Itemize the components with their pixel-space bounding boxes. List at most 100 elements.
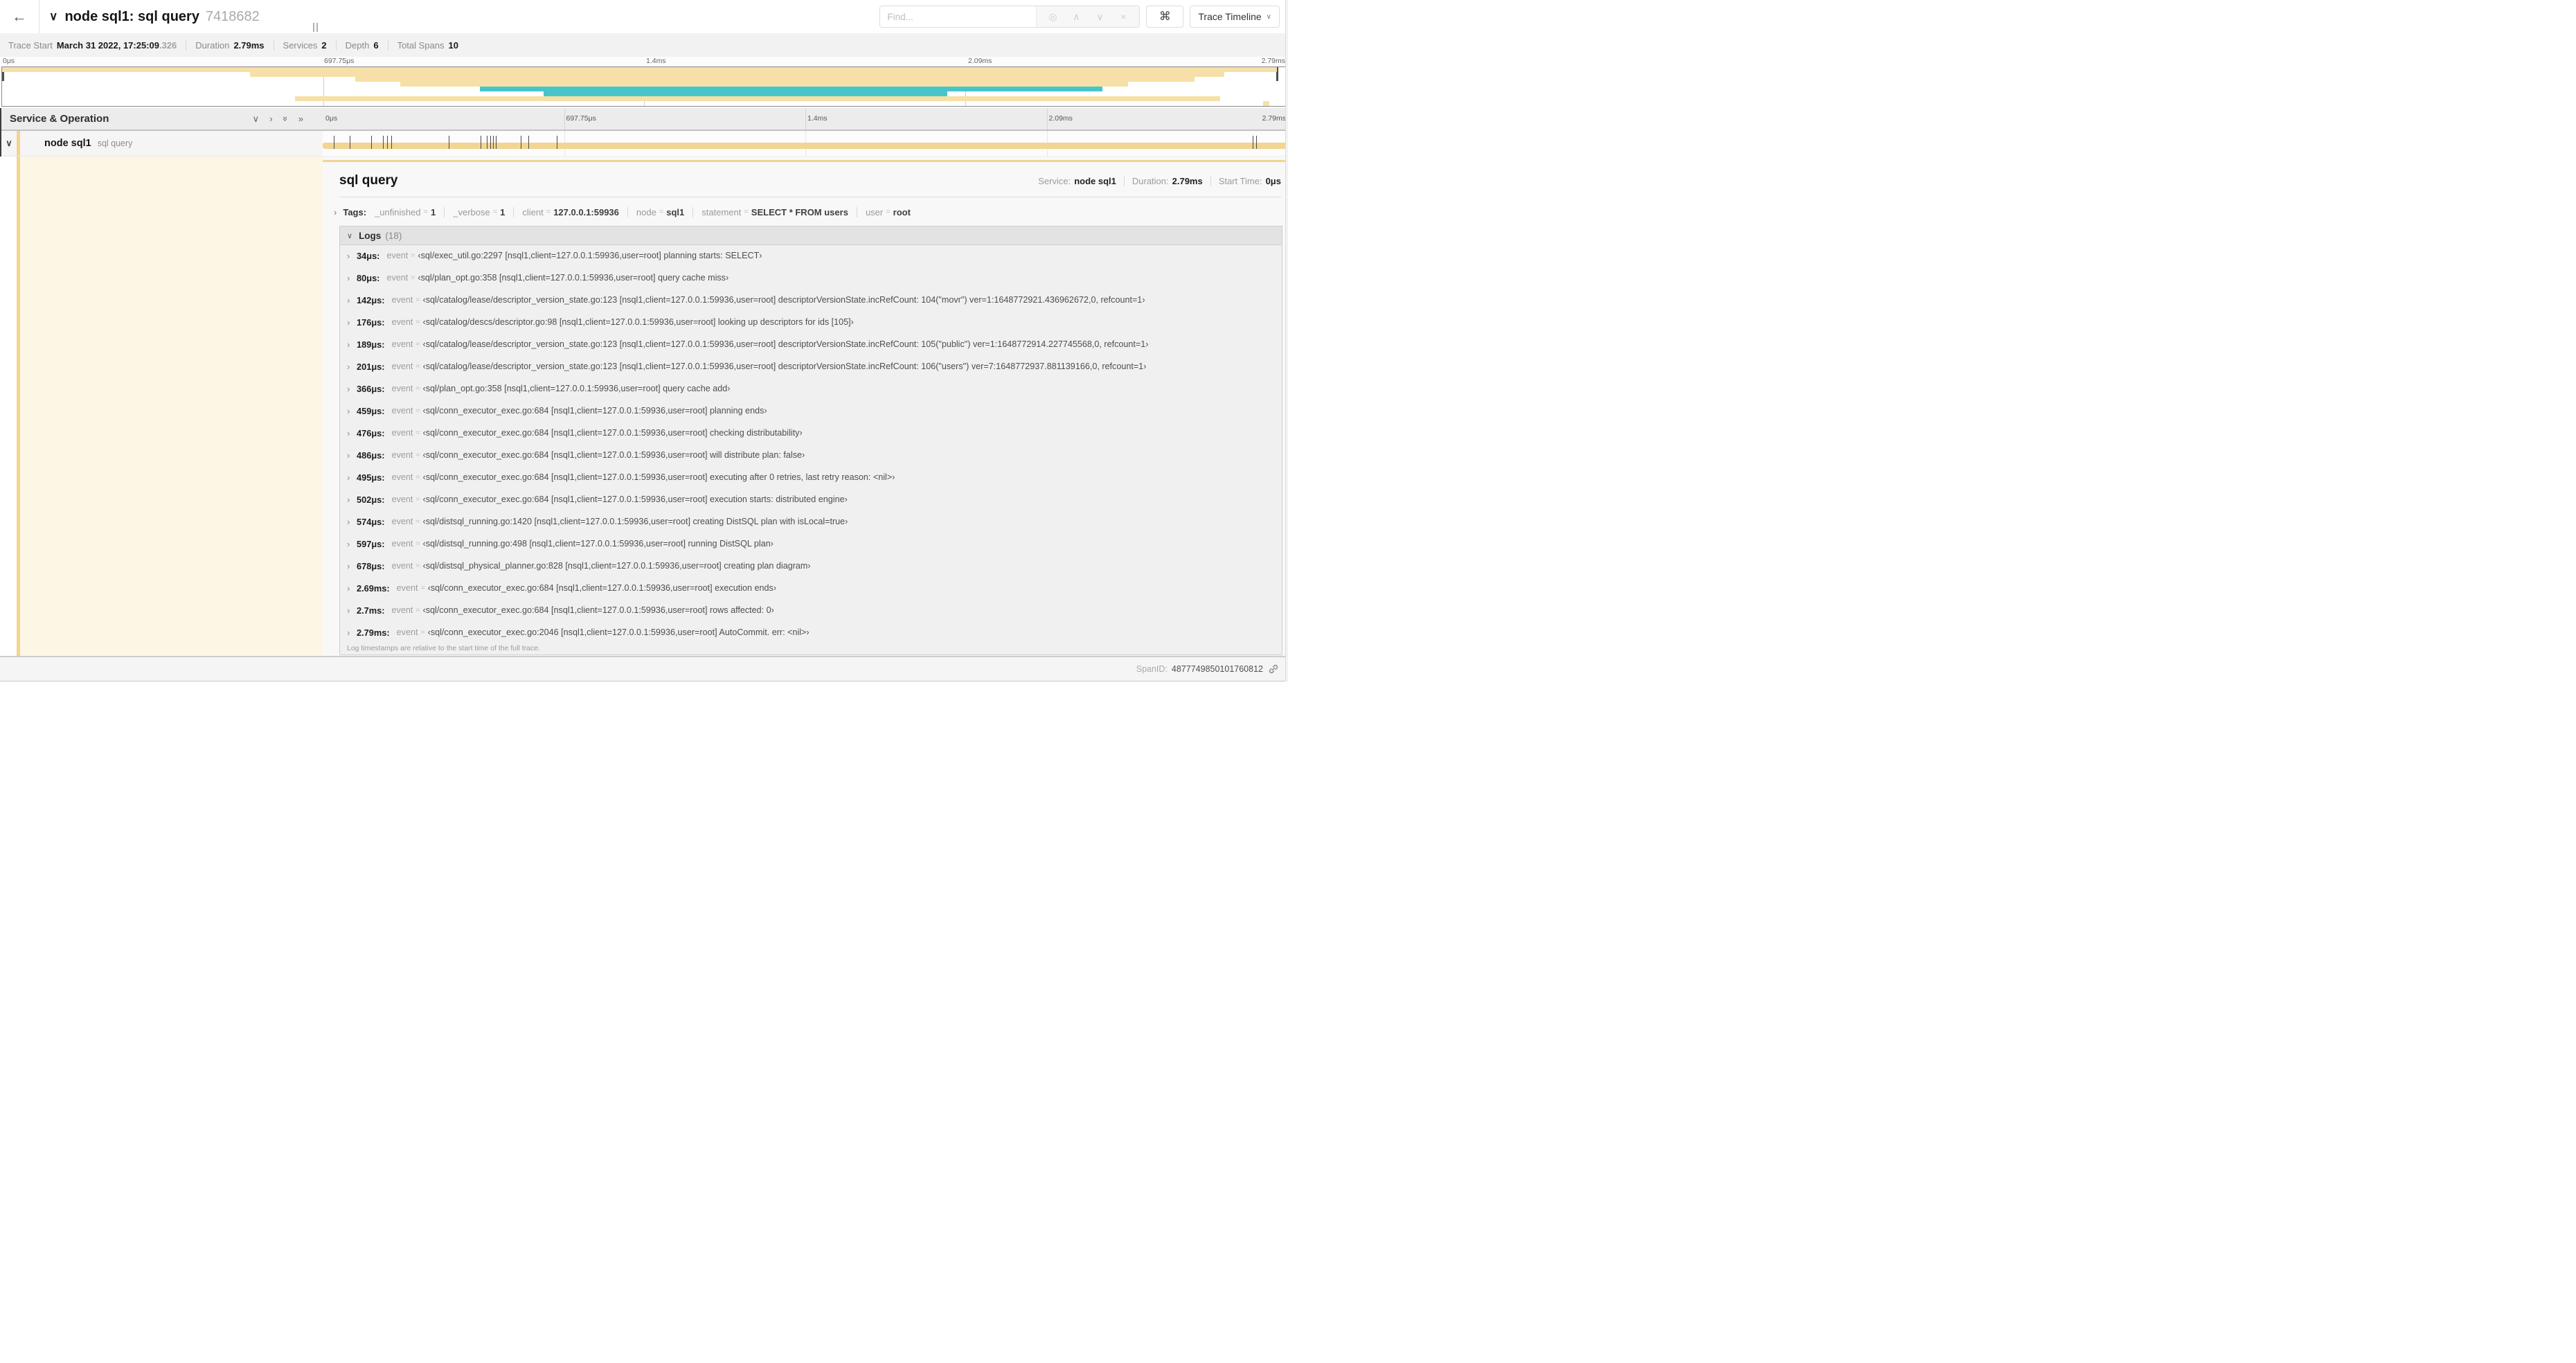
log-tick-marker	[486, 136, 488, 149]
span-row-name-cell[interactable]: ∨ node sql1 sql query	[0, 131, 323, 157]
trace-minimap: 0μs 697.75μs 1.4ms 2.09ms 2.79ms	[0, 57, 1288, 108]
minimap-span-strip	[544, 91, 947, 96]
trace-view-selector[interactable]: Trace Timeline ∨	[1190, 6, 1280, 28]
log-entry-row[interactable]: › 2.79ms: event = ‹sql/conn_executor_exe…	[340, 621, 1282, 643]
minimap-span-strip	[479, 87, 1102, 91]
log-tick-marker	[370, 136, 372, 149]
span-operation-name: sql query	[97, 139, 133, 148]
trace-stat: Duration 2.79ms	[186, 39, 265, 51]
expand-all-icon[interactable]: »	[298, 114, 303, 124]
log-entries: › 34μs: event = ‹sql/exec_util.go:2297 […	[340, 244, 1282, 643]
log-expand-chevron-icon[interactable]: ›	[347, 362, 357, 372]
log-expand-chevron-icon[interactable]: ›	[347, 273, 357, 283]
prev-result-icon[interactable]: ∧	[1064, 11, 1088, 23]
log-expand-chevron-icon[interactable]: ›	[347, 517, 357, 527]
minimap-canvas[interactable]	[1, 66, 1287, 107]
logs-note: Log timestamps are relative to the start…	[347, 644, 540, 652]
timeline-gridline	[805, 108, 806, 130]
logs-header[interactable]: ∨ Logs (18)	[340, 226, 1282, 245]
tags-row[interactable]: › Tags: _unfinished = 1 _verbose = 1 cli…	[334, 202, 1281, 222]
scrollbar-track[interactable]	[1285, 0, 1288, 682]
log-entry-row[interactable]: › 366μs: event = ‹sql/plan_opt.go:358 [n…	[340, 377, 1282, 400]
log-entry-row[interactable]: › 34μs: event = ‹sql/exec_util.go:2297 […	[340, 244, 1282, 267]
expand-one-icon[interactable]: ›	[269, 114, 272, 124]
back-button[interactable]: ←	[0, 0, 39, 33]
log-entry-row[interactable]: › 201μs: event = ‹sql/catalog/lease/desc…	[340, 355, 1282, 377]
log-entry-row[interactable]: › 476μs: event = ‹sql/conn_executor_exec…	[340, 422, 1282, 444]
log-expand-chevron-icon[interactable]: ›	[347, 450, 357, 461]
find-input[interactable]	[880, 6, 1037, 27]
span-duration-bar[interactable]	[323, 143, 1288, 149]
log-tick-marker	[391, 136, 393, 149]
log-entry-row[interactable]: › 142μs: event = ‹sql/catalog/lease/desc…	[340, 289, 1282, 311]
logs-collapse-chevron-icon[interactable]: ∨	[347, 231, 352, 240]
clear-search-icon[interactable]: ×	[1111, 11, 1135, 22]
column-resizer-grip[interactable]	[313, 23, 318, 32]
trace-collapse-chevron-icon[interactable]: ∨	[49, 10, 57, 24]
span-meta-item: Duration: 2.79ms	[1123, 175, 1203, 186]
find-group: ◎ ∧ ∨ ×	[879, 6, 1141, 28]
span-id-value: 4877749850101760812	[1171, 664, 1263, 674]
log-expand-chevron-icon[interactable]: ›	[347, 561, 357, 571]
span-detail-meta: Service: node sql1 Duration: 2.79ms Star…	[1038, 175, 1281, 186]
span-meta-item: Service: node sql1	[1038, 175, 1116, 186]
log-expand-chevron-icon[interactable]: ›	[347, 605, 357, 616]
trace-title: node sql1: sql query	[64, 8, 199, 24]
keyboard-shortcuts-button[interactable]: ⌘	[1146, 6, 1184, 28]
log-entry-row[interactable]: › 597μs: event = ‹sql/distsql_running.go…	[340, 533, 1282, 555]
log-expand-chevron-icon[interactable]: ›	[347, 627, 357, 638]
log-entry-row[interactable]: › 502μs: event = ‹sql/conn_executor_exec…	[340, 488, 1282, 510]
trace-stat: Total Spans 10	[387, 39, 458, 51]
minimap-tick-label: 1.4ms	[646, 57, 666, 65]
log-tick-marker	[493, 136, 494, 149]
trace-stat: Depth 6	[335, 39, 379, 51]
log-expand-chevron-icon[interactable]: ›	[347, 384, 357, 394]
log-expand-chevron-icon[interactable]: ›	[347, 251, 357, 261]
log-expand-chevron-icon[interactable]: ›	[347, 428, 357, 438]
tags-expand-chevron-icon[interactable]: ›	[334, 207, 337, 217]
log-entry-row[interactable]: › 176μs: event = ‹sql/catalog/descs/desc…	[340, 311, 1282, 333]
span-detail-title: sql query	[339, 173, 398, 188]
log-entry-row[interactable]: › 495μs: event = ‹sql/conn_executor_exec…	[340, 466, 1282, 488]
next-result-icon[interactable]: ∨	[1088, 11, 1111, 23]
log-entry-row[interactable]: › 574μs: event = ‹sql/distsql_running.go…	[340, 510, 1282, 533]
log-expand-chevron-icon[interactable]: ›	[347, 406, 357, 416]
log-tick-marker	[528, 136, 530, 149]
timeline-tick-labels: 0μs 697.75μs 1.4ms 2.09ms 2.79ms	[323, 108, 1288, 130]
span-row-timeline[interactable]	[323, 131, 1288, 157]
log-entry-row[interactable]: › 189μs: event = ‹sql/catalog/lease/desc…	[340, 333, 1282, 355]
top-controls: ◎ ∧ ∨ × ⌘ Trace Timeline ∨	[879, 6, 1288, 28]
log-expand-chevron-icon[interactable]: ›	[347, 495, 357, 505]
log-entry-row[interactable]: › 459μs: event = ‹sql/conn_executor_exec…	[340, 400, 1282, 422]
collapse-one-icon[interactable]: ∨	[253, 114, 260, 125]
span-id-footer: SpanID: 4877749850101760812	[0, 656, 1288, 682]
log-entry-row[interactable]: › 80μs: event = ‹sql/plan_opt.go:358 [ns…	[340, 267, 1282, 289]
log-expand-chevron-icon[interactable]: ›	[347, 472, 357, 483]
collapse-controls: ∨ › » »	[253, 114, 303, 125]
log-expand-chevron-icon[interactable]: ›	[347, 317, 357, 328]
trace-stat: Services 2	[273, 39, 327, 51]
log-entry-row[interactable]: › 486μs: event = ‹sql/conn_executor_exec…	[340, 444, 1282, 466]
log-expand-chevron-icon[interactable]: ›	[347, 295, 357, 305]
span-collapse-chevron-icon[interactable]: ∨	[0, 138, 18, 149]
log-entry-row[interactable]: › 2.7ms: event = ‹sql/conn_executor_exec…	[340, 599, 1282, 621]
log-tick-marker	[387, 136, 388, 149]
chevron-down-icon: ∨	[1266, 12, 1271, 21]
tag-item: user = root	[856, 206, 911, 217]
minimap-span-strip	[400, 82, 1128, 87]
log-expand-chevron-icon[interactable]: ›	[347, 539, 357, 549]
deep-link-icon[interactable]	[1269, 664, 1278, 674]
collapse-all-icon[interactable]: »	[280, 116, 291, 121]
log-entry-row[interactable]: › 2.69ms: event = ‹sql/conn_executor_exe…	[340, 577, 1282, 599]
back-arrow-icon: ←	[12, 8, 27, 25]
timeline-header: Service & Operation ∨ › » » 0μs 697.75μs 1…	[0, 108, 1288, 131]
minimap-tick-label: 697.75μs	[324, 57, 355, 65]
trace-view-label: Trace Timeline	[1198, 11, 1262, 22]
log-expand-chevron-icon[interactable]: ›	[347, 339, 357, 350]
locate-span-icon[interactable]: ◎	[1041, 11, 1064, 23]
span-id-label: SpanID:	[1136, 664, 1168, 674]
log-entry-row[interactable]: › 678μs: event = ‹sql/distsql_physical_p…	[340, 555, 1282, 577]
span-detail-header: sql query Service: node sql1 Duration: 2…	[339, 165, 1281, 197]
logs-title: Logs	[359, 230, 382, 241]
log-expand-chevron-icon[interactable]: ›	[347, 583, 357, 594]
